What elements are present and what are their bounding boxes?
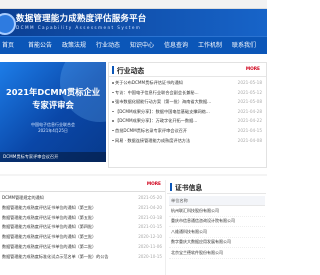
notice-item-date: 2021-04-20 bbox=[136, 202, 162, 213]
nav-item-policies[interactable]: 政策法规 bbox=[62, 37, 86, 54]
news-item[interactable]: 【DCMM成果分享】：数据中国电信基础支撑网络... 2021-04-28 bbox=[109, 107, 266, 117]
bullet-icon bbox=[112, 82, 114, 84]
notice-item[interactable]: 数据管理能力成熟度评估证书单位的通知（第三批） 2021-04-20 bbox=[0, 202, 165, 213]
notice-item-date: 2020-12-10 bbox=[136, 232, 162, 242]
notice-item[interactable]: 数据管理能力成熟度评估证书单位的通知（第二批） 2020-11-06 bbox=[0, 241, 165, 252]
nav-item-contact[interactable]: 联系我们 bbox=[232, 37, 256, 54]
nav-item-mechanism[interactable]: 工作机制 bbox=[198, 37, 222, 54]
panel-accent-bar bbox=[112, 66, 114, 74]
notice-item-text: 数据管理能力成熟度评估证书单位的通知（第三批） bbox=[2, 234, 97, 240]
cert-company: 八维通科技有限公司 bbox=[169, 226, 265, 238]
top-strip: 欢迎… bbox=[0, 0, 267, 16]
news-item-date: 2021-05-18 bbox=[237, 80, 262, 85]
banner-caption[interactable]: DCMM贯标专家评审会议召开 bbox=[0, 152, 106, 162]
nav-item-home[interactable]: 首页 bbox=[2, 37, 14, 54]
news-item[interactable]: 网易 · 数据连接管理能力成熟度评估方法 2021-04-08 bbox=[109, 136, 266, 146]
nav-item-knowledge[interactable]: 知识中心 bbox=[130, 37, 154, 54]
news-item-text: 【DCMM成果分享】：万政字化开拓一数据... bbox=[115, 118, 198, 124]
banner-line-2: 专家评审会 bbox=[32, 100, 74, 110]
cert-company: 数字重庆大数据应用发展有限公司 bbox=[169, 237, 265, 248]
industry-news-panel: 行业动态 MORE 关于公布DCMM贯标评估证书的通知 2021-05-18 专访… bbox=[108, 62, 267, 168]
banner-line-1: 2021年DCMM贯标企业 bbox=[5, 87, 101, 97]
notice-item-text: 数据管理能力成熟度标准化试点示范名单（第一批）的公告 bbox=[2, 253, 109, 259]
cert-panel-title: 证书信息 bbox=[175, 184, 203, 192]
cert-panel-header: 证书信息 bbox=[167, 180, 266, 194]
section-divider bbox=[0, 174, 267, 176]
notice-item-text: 数据管理能力成熟度评估证书单位的通知（第三批） bbox=[2, 204, 97, 210]
notice-list: DCMM管理规定的通知 2021-05-20 数据管理能力成熟度评估证书单位的通知… bbox=[0, 193, 165, 262]
bullet-icon bbox=[112, 110, 114, 113]
news-item-date: 2021-04-08 bbox=[237, 137, 262, 143]
bullet-icon bbox=[112, 120, 114, 122]
nav-item-industry-news[interactable]: 行业动态 bbox=[96, 37, 120, 54]
nav-item-info-query[interactable]: 信息查询 bbox=[164, 37, 188, 54]
news-list: 关于公布DCMM贯标评估证书的通知 2021-05-18 专访：中国电子信息行业联… bbox=[109, 78, 266, 145]
news-item-text: 【DCMM成果分享】：数据中国电信基础支撑网络... bbox=[115, 108, 210, 114]
cert-company: 重庆市信息通信咨询设计院有限公司 bbox=[169, 216, 265, 227]
site-subtitle: DCMM Capability Assessment System bbox=[16, 25, 142, 30]
bullet-icon bbox=[112, 139, 114, 142]
bullet-icon bbox=[112, 91, 114, 94]
site-logo-icon[interactable] bbox=[0, 13, 16, 35]
main-nav: 首页 首能公告 政策法规 行业动态 知识中心 信息查询 工作机制 联系我们 bbox=[0, 36, 267, 54]
news-item-date: 2021-05-08 bbox=[237, 99, 262, 105]
cert-table: 单位名称 杭州联汇科技股份有限公司 重庆市信息通信咨询设计院有限公司 八维通科技… bbox=[169, 196, 265, 259]
table-row[interactable]: 北京宝兰德软件股份有限公司 bbox=[169, 247, 265, 259]
notice-more-link[interactable]: MORE bbox=[147, 182, 161, 187]
news-panel-header: 行业动态 MORE bbox=[109, 63, 266, 77]
content-top: 2021年DCMM贯标企业 专家评审会 中国电子信息行业联合会 2021年4月2… bbox=[0, 58, 267, 170]
notice-item-text: 数据管理能力成熟度评估证书单位的通知（第二批） bbox=[2, 243, 97, 249]
table-row[interactable]: 八维通科技有限公司 bbox=[169, 226, 265, 238]
news-item[interactable]: 专访：中国电子信息行业联合会副会长兼秘... 2021-05-12 bbox=[109, 88, 266, 98]
notice-item-date: 2021-05-20 bbox=[136, 193, 162, 203]
cert-table-header: 单位名称 bbox=[169, 196, 265, 206]
notice-item[interactable]: 数据管理能力成熟度评估证书单位的通知（第三批） 2020-12-10 bbox=[0, 232, 165, 242]
cert-company: 杭州联汇科技股份有限公司 bbox=[169, 205, 265, 217]
notice-item-text: DCMM管理规定的通知 bbox=[2, 195, 44, 200]
notice-panel-header: MORE bbox=[0, 180, 165, 192]
news-item-text: 首批DCMM贯标名录专家评审会议召开 bbox=[115, 127, 188, 133]
table-row[interactable]: 数字重庆大数据应用发展有限公司 bbox=[169, 237, 265, 248]
banner-slide[interactable]: 2021年DCMM贯标企业 专家评审会 中国电子信息行业联合会 2021年4月2… bbox=[0, 62, 106, 162]
news-more-link[interactable]: MORE bbox=[246, 67, 260, 72]
notice-list-panel: MORE DCMM管理规定的通知 2021-05-20 数据管理能力成熟度评估证书… bbox=[0, 180, 166, 275]
notice-item[interactable]: 数据管理能力成熟度评估证书单位的通知（第五批） 2021-03-18 bbox=[0, 212, 165, 223]
panel-accent-bar bbox=[170, 183, 172, 191]
table-row[interactable]: 杭州联汇科技股份有限公司 bbox=[169, 205, 265, 217]
news-panel-title: 行业动态 bbox=[117, 67, 145, 75]
notice-item[interactable]: 数据管理能力成熟度标准化试点示范名单（第一批）的公告 2020-10-15 bbox=[0, 251, 165, 262]
news-item[interactable]: 强市数据化赋能行动方案（第一批）海南省大数据... 2021-05-08 bbox=[109, 97, 266, 107]
notice-item-text: 数据管理能力成熟度评估证书单位的通知（第四批） bbox=[2, 224, 97, 230]
notice-item-date: 2021-01-15 bbox=[136, 222, 162, 233]
table-row[interactable]: 重庆市信息通信咨询设计院有限公司 bbox=[169, 216, 265, 227]
news-item[interactable]: 【DCMM成果分享】：万政字化开拓一数据... 2021-04-22 bbox=[109, 116, 266, 126]
notice-item-date: 2020-11-06 bbox=[136, 241, 162, 252]
bullet-icon bbox=[112, 101, 114, 103]
news-item-date: 2021-05-12 bbox=[237, 89, 262, 95]
news-item-text: 关于公布DCMM贯标评估证书的通知 bbox=[115, 80, 183, 85]
banner-line-4: 2021年4月25日 bbox=[38, 128, 68, 133]
certificate-panel: 证书信息 单位名称 杭州联汇科技股份有限公司 重庆市信息通信咨询设计院有限公司 … bbox=[167, 180, 266, 275]
site-title[interactable]: 数据管理能力成熟度评估服务平台 bbox=[16, 12, 147, 24]
notice-item-text: 数据管理能力成熟度评估证书单位的通知（第五批） bbox=[2, 214, 97, 220]
news-item-text: 强市数据化赋能行动方案（第一批）海南省大数据... bbox=[115, 99, 212, 105]
news-item-date: 2021-04-28 bbox=[237, 108, 262, 114]
news-item[interactable]: 关于公布DCMM贯标评估证书的通知 2021-05-18 bbox=[109, 78, 266, 88]
cert-company: 北京宝兰德软件股份有限公司 bbox=[169, 247, 265, 259]
news-item-text: 专访：中国电子信息行业联合会副会长兼秘... bbox=[115, 89, 199, 95]
news-item-text: 网易 · 数据连接管理能力成熟度评估方法 bbox=[115, 137, 191, 143]
nav-item-announcements[interactable]: 首能公告 bbox=[28, 37, 52, 54]
notice-item-date: 2020-10-15 bbox=[136, 251, 162, 262]
notice-item[interactable]: 数据管理能力成熟度评估证书单位的通知（第四批） 2021-01-15 bbox=[0, 222, 165, 233]
notice-item-date: 2021-03-18 bbox=[136, 212, 162, 223]
news-item[interactable]: 首批DCMM贯标名录专家评审会议召开 2021-04-15 bbox=[109, 126, 266, 136]
site-header: 数据管理能力成熟度评估服务平台 DCMM Capability Assessme… bbox=[0, 9, 267, 36]
notice-item[interactable]: DCMM管理规定的通知 2021-05-20 bbox=[0, 193, 165, 203]
bullet-icon bbox=[112, 129, 114, 132]
news-item-date: 2021-04-15 bbox=[237, 127, 262, 133]
news-item-date: 2021-04-22 bbox=[237, 118, 262, 124]
